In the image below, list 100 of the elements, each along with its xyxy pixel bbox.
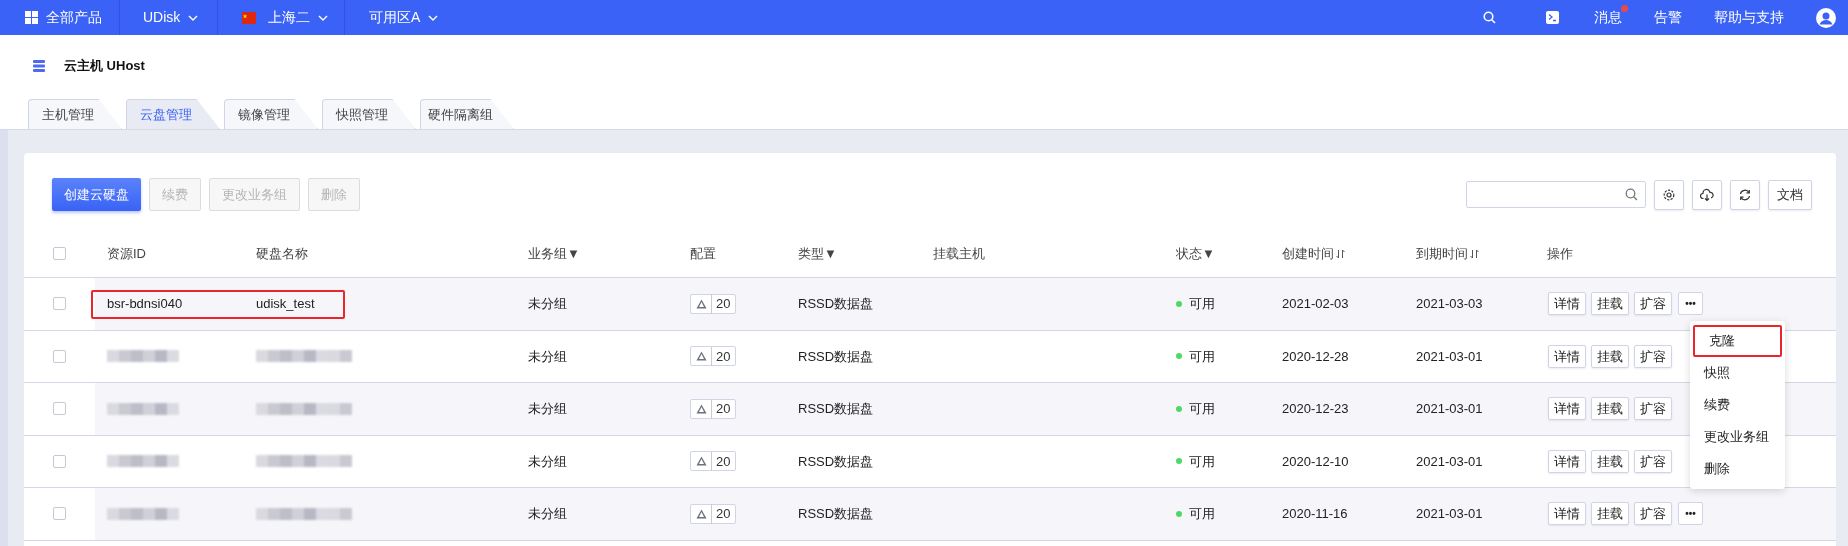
disk-size-tag: 20 xyxy=(690,451,737,472)
menu-item[interactable]: 快照 xyxy=(1690,357,1785,389)
disk-size-tag: 20 xyxy=(690,398,737,419)
triangle-icon xyxy=(696,456,707,467)
column-header: 业务组▼ xyxy=(528,244,580,263)
nav-link[interactable]: 消息 xyxy=(1594,7,1622,28)
blurred-text xyxy=(107,453,179,470)
tab[interactable]: 镜像管理 xyxy=(224,99,318,129)
menu-item[interactable]: 删除 xyxy=(1690,453,1785,485)
table-cell-text: bsr-bdnsi040 xyxy=(107,295,183,313)
create-button[interactable]: 创建云硬盘 xyxy=(52,178,141,211)
column-header[interactable]: 创建时间 xyxy=(1282,243,1334,264)
action-button[interactable]: 扩容 xyxy=(1634,344,1672,368)
table-cell-text: 2020-12-10 xyxy=(1282,452,1349,471)
cloud-download-icon xyxy=(1700,187,1714,202)
table-cell-text: 2020-12-23 xyxy=(1282,400,1349,418)
menu-item[interactable]: 更改业务组 xyxy=(1690,421,1785,453)
action-button[interactable]: 扩容 xyxy=(1634,502,1672,526)
checkbox[interactable] xyxy=(53,507,66,521)
zone-dropdown[interactable]: 可用区A xyxy=(345,0,439,35)
sort-icon[interactable] xyxy=(1470,248,1479,259)
table-cell-text: RSSD数据盘 xyxy=(798,347,874,366)
table-cell-text: 未分组 xyxy=(528,452,567,471)
table-cell-text: RSSD数据盘 xyxy=(798,452,874,471)
table-cell-text: 2020-12-28 xyxy=(1282,347,1349,366)
table-cell-text: 2021-03-03 xyxy=(1416,295,1483,313)
table-cell-text: RSSD数据盘 xyxy=(798,505,874,523)
action-button[interactable]: 详情 xyxy=(1548,344,1586,368)
column-header: 资源ID xyxy=(107,244,146,263)
refresh-button[interactable] xyxy=(1730,179,1760,210)
chevron-down-icon xyxy=(318,14,328,21)
action-button[interactable]: 挂载 xyxy=(1591,344,1629,368)
search-icon xyxy=(1625,188,1638,201)
sort-icon[interactable] xyxy=(1336,248,1345,259)
blurred-text xyxy=(107,400,179,417)
list-icon xyxy=(33,60,45,72)
table-cell-text: 2020-11-16 xyxy=(1282,505,1348,523)
tab[interactable]: 快照管理 xyxy=(322,99,416,129)
checkbox[interactable] xyxy=(53,454,66,468)
table-cell-text: 2021-03-01 xyxy=(1416,400,1483,418)
more-button[interactable]: ••• xyxy=(1678,502,1703,526)
table-cell-text: 2021-03-01 xyxy=(1416,347,1483,366)
column-header: 类型▼ xyxy=(798,244,837,263)
table-cell-text: 2021-03-01 xyxy=(1416,505,1483,523)
checkbox[interactable] xyxy=(53,297,66,311)
action-button[interactable]: 详情 xyxy=(1548,292,1586,316)
gear-icon xyxy=(1662,187,1676,202)
table-cell-text: RSSD数据盘 xyxy=(798,295,874,313)
search-icon[interactable] xyxy=(1483,11,1496,24)
nav-link[interactable]: 帮助与支持 xyxy=(1714,7,1784,28)
download-button[interactable] xyxy=(1692,179,1722,210)
table-cell-text: 未分组 xyxy=(528,400,567,418)
action-button[interactable]: 挂载 xyxy=(1591,449,1629,473)
tab[interactable]: 硬件隔离组 xyxy=(420,99,514,129)
table-cell-text: 未分组 xyxy=(528,295,567,313)
table-cell-text: 未分组 xyxy=(528,505,567,523)
more-button[interactable]: ••• xyxy=(1678,292,1703,316)
search-field[interactable] xyxy=(1466,181,1646,208)
column-header[interactable]: 到期时间 xyxy=(1416,243,1468,264)
column-header: 挂载主机 xyxy=(933,244,985,263)
chevron-down-icon xyxy=(428,14,439,21)
action-button[interactable]: 详情 xyxy=(1548,502,1586,526)
status-text: 可用 xyxy=(1189,452,1215,471)
triangle-icon xyxy=(696,508,707,519)
triangle-icon xyxy=(696,351,707,362)
settings-button[interactable] xyxy=(1654,179,1684,210)
avatar-icon[interactable] xyxy=(1816,7,1836,28)
menu-item[interactable]: 克隆 xyxy=(1693,325,1782,357)
nav-link[interactable]: 告警 xyxy=(1654,7,1682,28)
column-header: 硬盘名称 xyxy=(256,244,308,263)
tab[interactable]: 云盘管理 xyxy=(126,99,220,129)
status-text: 可用 xyxy=(1189,505,1215,523)
action-button[interactable]: 挂载 xyxy=(1591,502,1629,526)
status-text: 可用 xyxy=(1189,400,1215,418)
flag-icon xyxy=(242,11,256,24)
docs-button[interactable]: 文档 xyxy=(1768,179,1812,210)
terminal-icon[interactable] xyxy=(1546,11,1559,24)
page-title: 云主机 UHost xyxy=(64,57,145,76)
action-button[interactable]: 扩容 xyxy=(1634,449,1672,473)
checkbox[interactable] xyxy=(53,349,66,363)
action-button[interactable]: 挂载 xyxy=(1591,397,1629,421)
status-text: 可用 xyxy=(1189,347,1215,366)
checkbox[interactable] xyxy=(53,402,66,416)
table-cell-text: 2021-03-01 xyxy=(1416,452,1483,471)
chevron-down-icon xyxy=(188,14,199,21)
grid-icon xyxy=(25,11,38,24)
action-button[interactable]: 详情 xyxy=(1548,449,1586,473)
blurred-text xyxy=(107,348,179,365)
table-cell-text: 未分组 xyxy=(528,347,567,366)
status-text: 可用 xyxy=(1189,295,1215,313)
blurred-text xyxy=(107,505,179,522)
action-button[interactable]: 挂载 xyxy=(1591,292,1629,316)
menu-item[interactable]: 续费 xyxy=(1690,389,1785,421)
action-button[interactable]: 扩容 xyxy=(1634,397,1672,421)
disk-size-tag: 20 xyxy=(690,503,737,524)
checkbox[interactable] xyxy=(53,247,66,260)
action-button[interactable]: 扩容 xyxy=(1634,292,1672,316)
tab[interactable]: 主机管理 xyxy=(28,99,122,129)
column-header: 配置 xyxy=(690,244,716,263)
action-button[interactable]: 详情 xyxy=(1548,397,1586,421)
